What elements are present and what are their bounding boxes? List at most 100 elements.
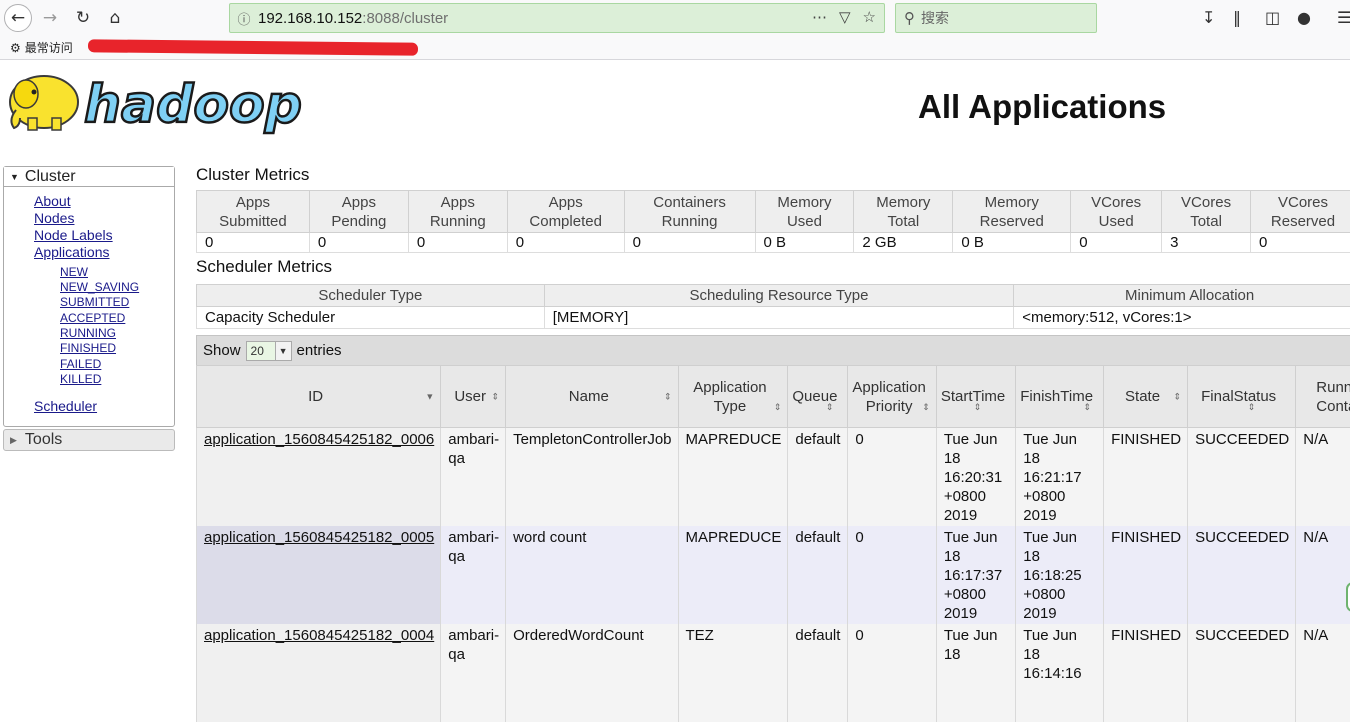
app-start-cell: Tue Jun1816:20:31+08002019 [936,428,1015,526]
pocket-icon[interactable]: ▽ [839,8,851,26]
sidebar-link-scheduler-text[interactable]: Scheduler [34,398,97,414]
column-header-queue[interactable]: Queue⇕ [788,366,848,428]
metric-header: VCoresReserved [1251,191,1350,233]
table-row: application_1560845425182_0005 ambari-qa… [197,526,1350,624]
downloads-icon[interactable]: ↧ [1202,8,1215,27]
metric-header: MemoryUsed [755,191,854,233]
column-header-id[interactable]: ID▼ [197,366,441,428]
scheduler-metrics-title: Scheduler Metrics [196,257,332,277]
sidebar-state-finished-text[interactable]: FINISHED [60,341,116,355]
time-line: 16:20:31 [944,469,1002,486]
sidebar-state-new-text[interactable]: NEW [60,265,88,279]
home-icon[interactable]: ⌂ [101,4,129,32]
sidebar-state-running[interactable]: RUNNING [60,326,116,340]
sidebar-link-about-text[interactable]: About [34,193,71,209]
column-header-running-containers[interactable]: RunningContainers [1296,366,1350,428]
time-line: Tue Jun [944,627,998,644]
column-header-finishtime[interactable]: FinishTime⇕ [1016,366,1104,428]
sidebar-state-new[interactable]: NEW [60,265,88,279]
app-priority-cell: 0 [848,526,936,624]
bookmark-star-icon[interactable]: ☆ [863,8,876,26]
sidebar-state-killed[interactable]: KILLED [60,372,101,386]
sidebar-cluster-header[interactable]: ▼ Cluster [4,167,174,187]
app-id-cell: application_1560845425182_0006 [197,428,441,526]
time-line: +0800 [1023,488,1065,505]
app-id-link[interactable]: application_1560845425182_0005 [204,529,434,546]
column-header-user[interactable]: User⇕ [441,366,506,428]
sidebar-link-scheduler[interactable]: Scheduler [34,398,97,415]
sidebar-state-new-saving-text[interactable]: NEW_SAVING [60,280,139,294]
account-icon[interactable]: ● [1297,8,1311,27]
app-user-cell: ambari-qa [441,624,506,722]
app-id-cell: application_1560845425182_0004 [197,624,441,722]
sort-desc-icon: ▼ [425,387,434,406]
bookmark-most-visited[interactable]: 最常访问 [25,39,73,56]
scheduler-value: [MEMORY] [544,307,1014,329]
app-state-cell: FINISHED [1104,428,1188,526]
sidebar-link-nodes-text[interactable]: Nodes [34,210,74,226]
time-line: 16:17:37 [944,567,1002,584]
gear-icon: ⚙ [10,41,21,55]
column-header-application-type[interactable]: ApplicationType⇕ [678,366,788,428]
sidebar-link-applications-text[interactable]: Applications [34,244,110,260]
url-bar[interactable]: ⓘ 192.168.10.152:8088/cluster ⋯ ▽ ☆ [229,3,885,33]
apps-length-bar: Show 20 ▼ entries [196,335,1350,365]
site-info-icon[interactable]: ⓘ [230,9,258,28]
sidebar-state-failed-text[interactable]: FAILED [60,357,101,371]
sidebar-state-accepted-text[interactable]: ACCEPTED [60,311,125,325]
time-line: 2019 [944,507,977,524]
sidebar-cluster-panel: ▼ Cluster About Nodes Node Labels Applic… [3,166,175,427]
sidebar-state-killed-text[interactable]: KILLED [60,372,101,386]
sidebar-link-nodes[interactable]: Nodes [34,210,74,227]
app-id-link[interactable]: application_1560845425182_0004 [204,627,434,644]
sidebar-state-submitted[interactable]: SUBMITTED [60,295,129,309]
column-header-state[interactable]: State⇕ [1104,366,1188,428]
app-start-cell: Tue Jun1816:17:37+08002019 [936,526,1015,624]
metric-value: 0 [1251,233,1350,253]
search-icon: ⚲ [904,9,915,27]
reload-icon[interactable]: ↻ [69,4,97,32]
library-icon[interactable]: ‖ [1233,8,1241,27]
app-finish-cell: Tue Jun 1816:14:16 [1016,624,1104,722]
metric-value: 0 B [755,233,854,253]
sidebar-link-applications[interactable]: Applications [34,244,110,261]
app-type-cell: TEZ [678,624,788,722]
column-header-finalstatus[interactable]: FinalStatus⇕ [1188,366,1296,428]
forward-arrow-icon[interactable]: → [36,4,64,32]
time-line: 2019 [1023,605,1056,622]
metric-header-line2: Pending [331,213,386,230]
sidebar-state-new-saving[interactable]: NEW_SAVING [60,280,139,294]
metric-header-line1: Memory [985,194,1039,211]
column-header-starttime[interactable]: StartTime⇕ [936,366,1015,428]
sidebar-tools-header[interactable]: ▶ Tools [3,429,175,451]
app-id-link[interactable]: application_1560845425182_0006 [204,431,434,448]
sidebar-state-failed[interactable]: FAILED [60,357,101,371]
entries-select[interactable]: 20 ▼ [246,341,292,361]
page-actions-icon[interactable]: ⋯ [812,8,827,26]
hadoop-logo: hadoop [4,66,304,142]
sidebar-state-finished[interactable]: FINISHED [60,341,116,355]
metric-header: MemoryTotal [854,191,953,233]
scheduler-header: Minimum Allocation [1014,285,1350,307]
sidebar-state-running-text[interactable]: RUNNING [60,326,116,340]
search-input[interactable]: ⚲ 搜索 [895,3,1097,33]
scroll-handle[interactable] [1346,582,1350,612]
back-arrow-icon[interactable]: ← [4,4,32,32]
column-header-name[interactable]: Name⇕ [506,366,678,428]
metric-header-line1: Memory [876,194,930,211]
cluster-metrics-value-row: 0 0 0 0 0 0 B 2 GB 0 B 0 3 0 [197,233,1350,253]
sidebar-toggle-icon[interactable]: ◫ [1265,8,1280,27]
sidebar-link-node-labels-text[interactable]: Node Labels [34,227,113,243]
sidebar-link-about[interactable]: About [34,193,71,210]
column-header-application-priority[interactable]: ApplicationPriority⇕ [848,366,936,428]
sidebar-state-accepted[interactable]: ACCEPTED [60,311,125,325]
sidebar-link-node-labels[interactable]: Node Labels [34,227,113,244]
app-finish-cell: Tue Jun 1816:21:17+08002019 [1016,428,1104,526]
app-user-line: qa [448,450,465,467]
metric-header: AppsCompleted [507,191,624,233]
metric-value: 3 [1162,233,1251,253]
sidebar-state-submitted-text[interactable]: SUBMITTED [60,295,129,309]
app-queue-cell: default [788,624,848,722]
scheduler-header: Scheduler Type [197,285,545,307]
menu-icon[interactable]: ☰ [1337,8,1350,27]
